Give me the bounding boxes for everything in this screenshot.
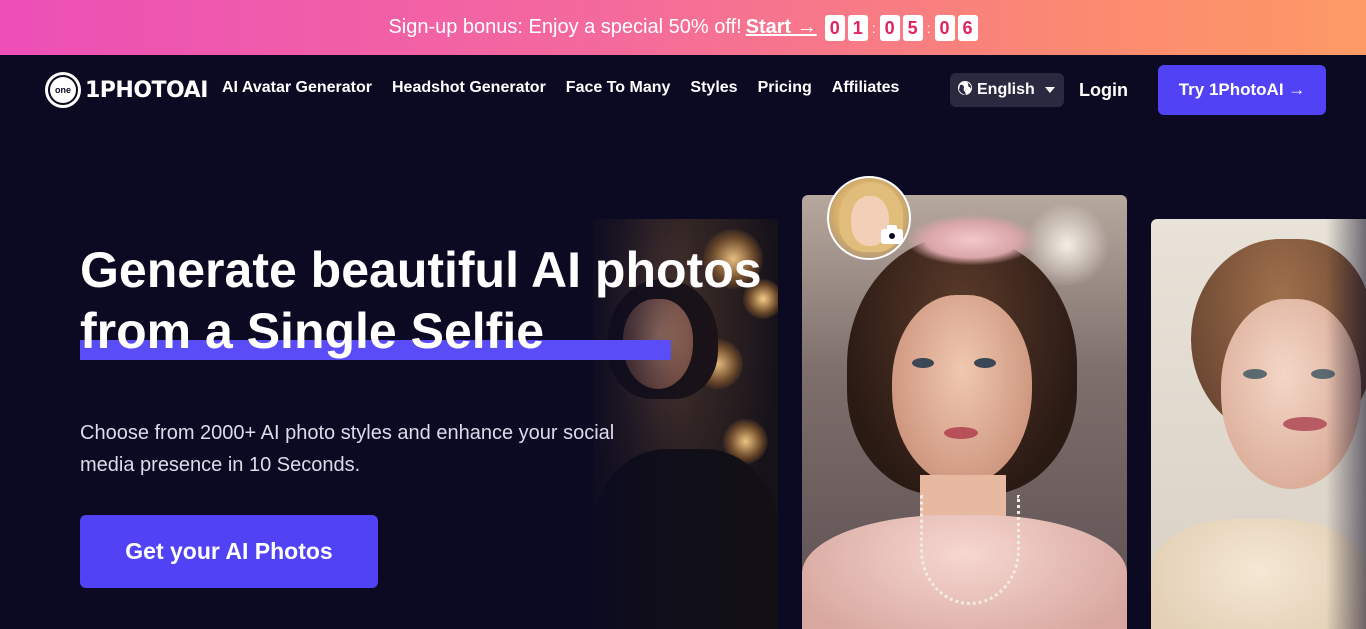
sample-photo-2 — [802, 195, 1127, 629]
timer-digit: 6 — [957, 14, 978, 41]
nav-links: AI Avatar Generator Headshot Generator F… — [222, 79, 899, 97]
hero-subtitle: Choose from 2000+ AI photo styles and en… — [80, 422, 615, 476]
language-label: English — [977, 81, 1035, 98]
timer-separator: : — [926, 19, 931, 36]
sample-photo-3 — [1151, 219, 1366, 629]
login-link[interactable]: Login — [1079, 80, 1128, 101]
nav-link-affiliates[interactable]: Affiliates — [832, 79, 900, 97]
logo[interactable]: one 1PHOTOAI — [45, 72, 208, 108]
timer-digit: 0 — [879, 14, 900, 41]
timer-digit: 5 — [902, 14, 923, 41]
logo-badge: one — [50, 77, 76, 103]
hero-title: Generate beautiful AI photos from a Sing… — [80, 240, 800, 362]
logo-icon: one — [45, 72, 81, 108]
get-ai-photos-button[interactable]: Get your AI Photos — [80, 515, 378, 588]
camera-icon — [879, 224, 905, 247]
promo-bar: Sign-up bonus: Enjoy a special 50% off! … — [0, 0, 1366, 55]
hero-title-line2: from a Single Selfie — [80, 303, 545, 359]
timer-separator: : — [871, 19, 876, 36]
language-selector[interactable]: English — [950, 73, 1064, 107]
try-button[interactable]: Try 1PhotoAI → — [1158, 65, 1326, 115]
caret-down-icon — [1044, 87, 1055, 93]
timer-digit: 0 — [824, 14, 845, 41]
timer-digit: 0 — [934, 14, 955, 41]
nav-link-styles[interactable]: Styles — [690, 79, 737, 97]
countdown-timer: 0 1 : 0 5 : 0 6 — [824, 14, 978, 41]
globe-icon — [957, 80, 973, 101]
nav-link-face-to-many[interactable]: Face To Many — [566, 79, 671, 97]
promo-start-link[interactable]: Start → — [746, 16, 817, 39]
timer-digit: 1 — [847, 14, 868, 41]
hero-title-line1: Generate beautiful AI photos — [80, 242, 762, 298]
nav-link-pricing[interactable]: Pricing — [758, 79, 812, 97]
logo-text: 1PHOTOAI — [85, 77, 208, 103]
selfie-avatar — [827, 176, 911, 260]
nav-link-headshot-generator[interactable]: Headshot Generator — [392, 79, 546, 97]
top-nav: one 1PHOTOAI AI Avatar Generator Headsho… — [0, 55, 1366, 125]
nav-link-ai-avatar-generator[interactable]: AI Avatar Generator — [222, 79, 372, 97]
promo-message: Sign-up bonus: Enjoy a special 50% off! — [388, 16, 742, 38]
